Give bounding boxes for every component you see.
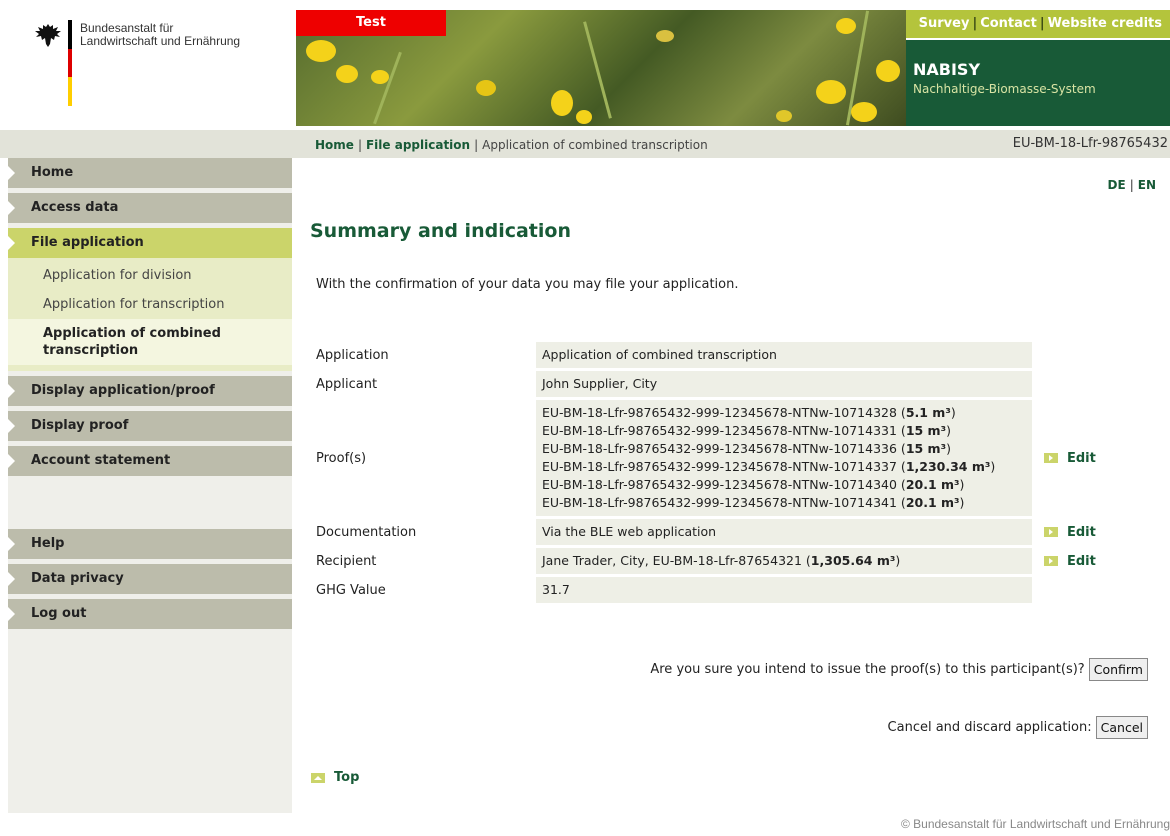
sidebar-item-help[interactable]: Help — [8, 529, 292, 559]
row-value: Application of combined transcription — [536, 342, 1032, 368]
summary-row-ghg: GHG Value 31.7 — [310, 577, 1150, 603]
cancel-question: Cancel and discard application: — [887, 720, 1092, 735]
federal-eagle-icon — [35, 24, 61, 47]
proof-list: EU-BM-18-Lfr-98765432-999-12345678-NTNw-… — [536, 400, 1032, 516]
arrow-right-icon — [8, 572, 15, 586]
institution-name-line2: Landwirtschaft und Ernährung — [80, 34, 241, 48]
arrow-right-icon — [1044, 556, 1058, 566]
arrow-right-icon — [1044, 527, 1058, 537]
summary-row-applicant: Applicant John Supplier, City — [310, 371, 1150, 397]
edit-recipient-link[interactable]: Edit — [1032, 548, 1132, 574]
cancel-line: Cancel and discard application: Cancel — [888, 716, 1148, 739]
test-environment-badge: Test — [296, 10, 446, 36]
sidebar-subitem-division[interactable]: Application for division — [8, 261, 292, 290]
breadcrumb-current: Application of combined transcription — [482, 138, 708, 152]
language-switcher: DE | EN — [1107, 178, 1156, 192]
breadcrumb-file-application[interactable]: File application — [366, 138, 470, 152]
sidebar-item-access-data[interactable]: Access data — [8, 193, 292, 223]
app-title: NABISY — [913, 60, 981, 79]
top-links: Survey | Contact | Website credits — [906, 10, 1170, 38]
arrow-right-icon — [8, 607, 15, 621]
proof-item: EU-BM-18-Lfr-98765432-999-12345678-NTNw-… — [542, 477, 965, 492]
confirm-line: Are you sure you intend to issue the pro… — [650, 658, 1148, 681]
row-label: Documentation — [316, 524, 417, 540]
contact-link[interactable]: Contact — [980, 16, 1037, 31]
row-label: Recipient — [316, 553, 377, 569]
row-value: Jane Trader, City, EU-BM-18-Lfr-87654321… — [536, 548, 1032, 574]
proof-item: EU-BM-18-Lfr-98765432-999-12345678-NTNw-… — [542, 495, 965, 510]
intro-text: With the confirmation of your data you m… — [316, 277, 739, 292]
row-value: Via the BLE web application — [536, 519, 1032, 545]
sidebar-subnav: Application for division Application for… — [8, 258, 292, 371]
sidebar-item-display-proof[interactable]: Display proof — [8, 411, 292, 441]
website-credits-link[interactable]: Website credits — [1048, 16, 1162, 31]
arrow-right-icon — [8, 537, 15, 551]
german-flag-stripe — [68, 20, 72, 106]
edit-proofs-link[interactable]: Edit — [1032, 400, 1132, 516]
row-label: Applicant — [316, 376, 378, 392]
sidebar-item-account-statement[interactable]: Account statement — [8, 446, 292, 476]
sidebar: Home Access data File application Applic… — [8, 158, 292, 813]
sidebar-item-display-application[interactable]: Display application/proof — [8, 376, 292, 406]
institution-name: Bundesanstalt für Landwirtschaft und Ern… — [80, 22, 240, 48]
edit-documentation-link[interactable]: Edit — [1032, 519, 1132, 545]
proof-item: EU-BM-18-Lfr-98765432-999-12345678-NTNw-… — [542, 441, 951, 456]
app-subtitle: Nachhaltige-Biomasse-System — [913, 82, 1096, 96]
summary-row-application: Application Application of combined tran… — [310, 342, 1150, 368]
arrow-right-icon — [8, 384, 15, 398]
arrow-right-icon — [1044, 453, 1058, 463]
row-value: John Supplier, City — [536, 371, 1032, 397]
summary-table: Application Application of combined tran… — [310, 342, 1150, 606]
breadcrumb-home[interactable]: Home — [315, 138, 354, 152]
arrow-right-icon — [8, 236, 15, 250]
arrow-right-icon — [8, 201, 15, 215]
summary-row-proofs: Proof(s) EU-BM-18-Lfr-98765432-999-12345… — [310, 400, 1150, 516]
sidebar-subitem-transcription[interactable]: Application for transcription — [8, 290, 292, 319]
row-label: GHG Value — [316, 582, 386, 598]
proof-item: EU-BM-18-Lfr-98765432-999-12345678-NTNw-… — [542, 423, 951, 438]
breadcrumb: Home | File application | Application of com… — [315, 138, 708, 152]
back-to-top-link[interactable]: Top — [311, 770, 359, 785]
row-label: Application — [316, 347, 389, 363]
proof-item: EU-BM-18-Lfr-98765432-999-12345678-NTNw-… — [542, 459, 996, 474]
breadcrumb-bar: Home | File application | Application of com… — [0, 130, 1170, 158]
row-label: Proof(s) — [316, 450, 367, 466]
page-title: Summary and indication — [310, 220, 571, 242]
confirm-button[interactable]: Confirm — [1088, 658, 1148, 681]
footer-copyright: © Bundesanstalt für Landwirtschaft und E… — [900, 817, 1170, 831]
arrow-right-icon — [8, 454, 15, 468]
summary-row-recipient: Recipient Jane Trader, City, EU-BM-18-Lf… — [310, 548, 1150, 574]
proof-item: EU-BM-18-Lfr-98765432-999-12345678-NTNw-… — [542, 405, 956, 420]
footer: © Bundesanstalt für Landwirtschaft und E… — [0, 813, 1170, 836]
arrow-right-icon — [8, 419, 15, 433]
language-en-link[interactable]: EN — [1138, 178, 1156, 192]
cancel-button[interactable]: Cancel — [1095, 716, 1148, 739]
sidebar-item-log-out[interactable]: Log out — [8, 599, 292, 629]
survey-link[interactable]: Survey — [919, 16, 970, 31]
summary-row-documentation: Documentation Via the BLE web applicatio… — [310, 519, 1150, 545]
sidebar-item-data-privacy[interactable]: Data privacy — [8, 564, 292, 594]
arrow-up-icon — [311, 772, 325, 783]
language-de-link[interactable]: DE — [1108, 178, 1126, 192]
main-content: DE | EN Summary and indication With the co… — [296, 158, 1170, 813]
page-header: Bundesanstalt für Landwirtschaft und Ern… — [0, 0, 1170, 128]
sidebar-item-file-application[interactable]: File application — [8, 228, 292, 258]
row-value: 31.7 — [536, 577, 1032, 603]
arrow-right-icon — [8, 166, 15, 180]
account-id: EU-BM-18-Lfr-98765432 — [1012, 136, 1168, 151]
app-brand-box: NABISY Nachhaltige-Biomasse-System — [906, 40, 1170, 126]
confirm-question: Are you sure you intend to issue the pro… — [650, 662, 1085, 677]
sidebar-subitem-combined-transcription[interactable]: Application of combined transcription — [8, 319, 292, 365]
ble-logo[interactable]: Bundesanstalt für Landwirtschaft und Ern… — [0, 0, 296, 128]
sidebar-item-home[interactable]: Home — [8, 158, 292, 188]
